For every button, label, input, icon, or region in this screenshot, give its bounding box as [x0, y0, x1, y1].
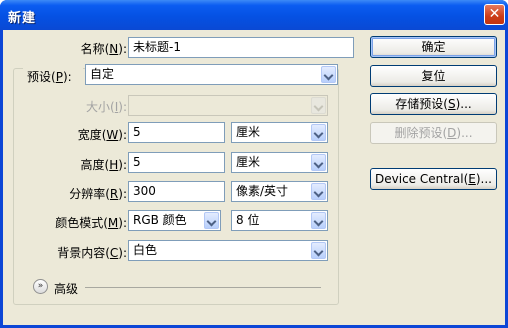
chevron-down-icon[interactable]: [311, 242, 326, 259]
preset-value: 自定: [90, 67, 115, 81]
size-select: [128, 95, 328, 116]
reset-button[interactable]: 复位: [370, 65, 497, 87]
background-label: 背景内容(C):: [57, 246, 127, 260]
color-mode-select[interactable]: RGB 颜色: [128, 210, 221, 231]
width-unit-select[interactable]: 厘米: [231, 122, 328, 143]
chevron-down-icon[interactable]: [204, 212, 219, 229]
height-unit-select[interactable]: 厘米: [231, 152, 328, 173]
preset-label: 预设(P):: [23, 68, 83, 85]
advanced-label: 高级: [54, 282, 79, 296]
resolution-input[interactable]: 300: [128, 181, 225, 202]
chevron-down-icon[interactable]: [311, 124, 326, 141]
name-label: 名称(N):: [80, 42, 127, 56]
chevron-down-icon: [311, 97, 326, 114]
dialog-body: 名称(N): 未标题-1 预设(P): 自定 大小(I): 宽度(W): 5 厘…: [3, 30, 505, 325]
save-preset-button[interactable]: 存储预设(S)...: [370, 93, 497, 115]
name-input[interactable]: 未标题-1: [128, 37, 354, 58]
width-label: 宽度(W):: [77, 128, 127, 142]
chevron-down-icon[interactable]: [311, 154, 326, 171]
bit-depth-select[interactable]: 8 位: [231, 210, 328, 231]
height-input[interactable]: 5: [128, 152, 225, 173]
ok-button[interactable]: 确定: [370, 36, 497, 58]
chevron-down-icon[interactable]: [311, 212, 326, 229]
delete-preset-button: 删除预设(D)...: [370, 122, 497, 144]
preset-select[interactable]: 自定: [85, 64, 338, 85]
new-document-dialog: 新建 ✕ 名称(N): 未标题-1 预设(P): 自定 大小(I): 宽度(W)…: [0, 0, 508, 328]
color-mode-label: 颜色模式(M):: [55, 216, 127, 230]
chevron-down-icon[interactable]: [311, 183, 326, 200]
expand-chevrons-icon[interactable]: »: [33, 279, 48, 294]
size-label: 大小(I):: [86, 100, 127, 114]
advanced-divider: [85, 287, 321, 288]
title-bar[interactable]: 新建 ✕: [0, 0, 508, 30]
resolution-unit-select[interactable]: 像素/英寸: [231, 181, 328, 202]
resolution-label: 分辨率(R):: [69, 187, 127, 201]
close-button[interactable]: ✕: [484, 4, 505, 25]
close-icon: ✕: [488, 6, 501, 22]
width-input[interactable]: 5: [128, 122, 225, 143]
device-central-button[interactable]: Device Central(E)...: [370, 168, 497, 190]
background-select[interactable]: 白色: [128, 240, 328, 261]
height-label: 高度(H):: [80, 158, 127, 172]
dialog-title: 新建: [8, 11, 37, 26]
chevron-down-icon[interactable]: [321, 66, 336, 83]
